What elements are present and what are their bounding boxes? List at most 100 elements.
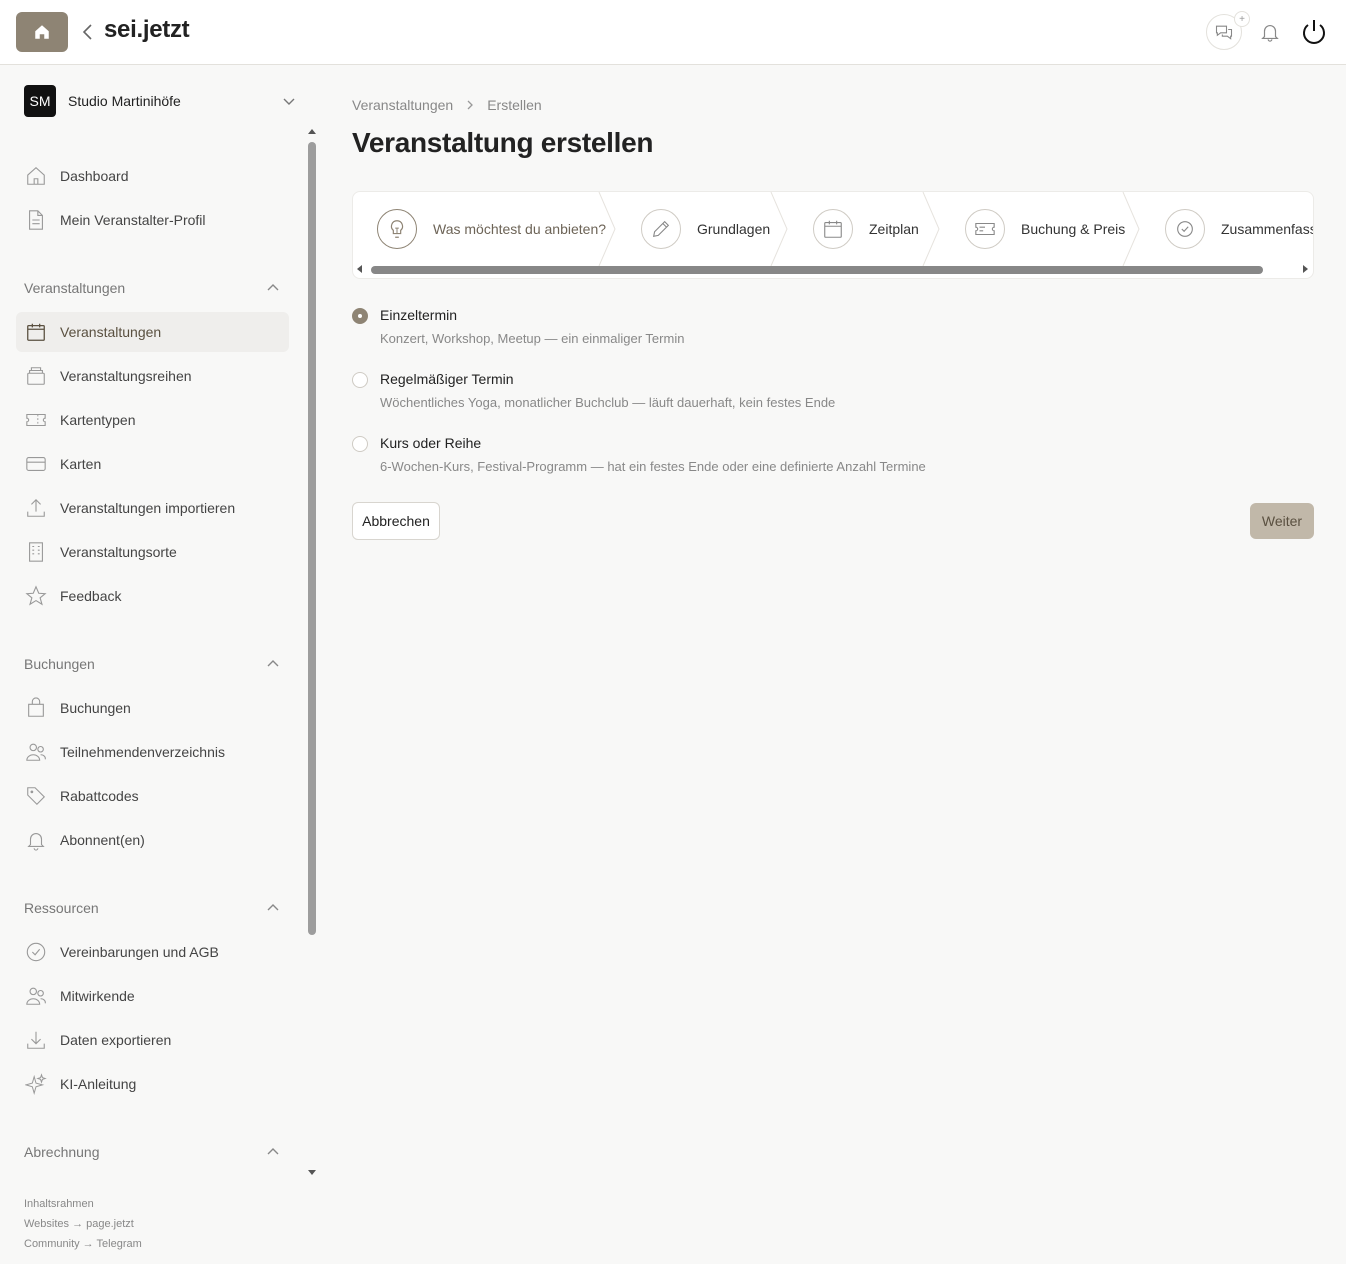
sidebar-item-ki-anleitung[interactable]: KI-Anleitung <box>16 1064 289 1104</box>
section-ressourcen[interactable]: Ressourcen <box>24 896 280 920</box>
check-circle-icon <box>24 940 48 964</box>
sidebar-item-label: Teilnehmendenverzeichnis <box>60 744 225 760</box>
calendar-icon <box>24 320 48 344</box>
section-title: Abrechnung <box>24 1144 100 1160</box>
users-icon <box>24 984 48 1008</box>
sidebar-item-feedback[interactable]: Feedback <box>16 576 289 616</box>
sidebar-item-profile[interactable]: Mein Veranstalter-Profil <box>16 200 289 240</box>
sidebar-item-karten[interactable]: Karten <box>16 444 289 484</box>
breadcrumb-current: Erstellen <box>487 97 542 113</box>
sidebar-item-agb[interactable]: Vereinbarungen und AGB <box>16 932 289 972</box>
top-bar: sei.jetzt + <box>0 0 1346 65</box>
sidebar-item-label: Mitwirkende <box>60 988 135 1004</box>
chevron-up-icon <box>267 904 279 911</box>
sidebar-item-label: KI-Anleitung <box>60 1076 137 1092</box>
next-button[interactable]: Weiter <box>1250 503 1314 539</box>
sidebar-item-buchungen[interactable]: Buchungen <box>16 688 289 728</box>
logout-button[interactable] <box>1296 14 1332 50</box>
stepper-scroll-thumb[interactable] <box>371 266 1263 274</box>
step-label: Was möchtest du anbieten? <box>433 221 607 237</box>
scroll-up-arrow-icon[interactable] <box>307 127 317 135</box>
sidebar-item-label: Veranstaltungsorte <box>60 544 177 560</box>
scroll-down-arrow-icon[interactable] <box>307 1169 317 1177</box>
sidebar-item-teilnehmende[interactable]: Teilnehmendenverzeichnis <box>16 732 289 772</box>
radio-kurs-reihe[interactable] <box>352 436 368 452</box>
bell-icon <box>1261 25 1279 42</box>
option-einzeltermin[interactable]: Einzeltermin Konzert, Workshop, Meetup —… <box>352 307 1314 363</box>
step-label: Buchung & Preis <box>1021 221 1126 237</box>
stepper-scroll-left-arrow[interactable] <box>357 265 362 273</box>
check-circle-icon <box>1165 209 1205 249</box>
sidebar-item-label: Mein Veranstalter-Profil <box>60 212 206 228</box>
radio-regelmaessig[interactable] <box>352 372 368 388</box>
radio-einzeltermin[interactable] <box>352 308 368 324</box>
home-button[interactable] <box>16 12 68 52</box>
ticket-icon <box>965 209 1005 249</box>
organization-switcher[interactable]: SM Studio Martinihöfe <box>24 84 296 118</box>
section-title: Ressourcen <box>24 900 99 916</box>
section-title: Buchungen <box>24 656 95 672</box>
section-buchungen[interactable]: Buchungen <box>24 652 280 676</box>
sidebar-item-veranstaltungsorte[interactable]: Veranstaltungsorte <box>16 532 289 572</box>
step-separator <box>598 192 616 266</box>
chevron-up-icon <box>267 284 279 291</box>
notifications-button[interactable] <box>1252 14 1288 50</box>
step-zusammenfassung[interactable]: Zusammenfassung <box>1165 208 1313 250</box>
page-title: Veranstaltung erstellen <box>352 127 654 158</box>
footer-link-websites[interactable]: Websites → page.jetzt <box>24 1218 134 1230</box>
sidebar-item-kartentypen[interactable]: Kartentypen <box>16 400 289 440</box>
step-label: Zeitplan <box>869 221 919 237</box>
option-regelmaessig[interactable]: Regelmäßiger Termin Wöchentliches Yoga, … <box>352 371 1314 427</box>
star-icon <box>24 584 48 608</box>
sidebar-item-rabattcodes[interactable]: Rabattcodes <box>16 776 289 816</box>
sidebar: SM Studio Martinihöfe Dashboard Mein Ver… <box>0 65 320 1264</box>
calendar-icon <box>813 209 853 249</box>
sidebar-scroll-thumb[interactable] <box>308 142 316 935</box>
section-title: Veranstaltungen <box>24 280 126 296</box>
chevron-down-icon <box>283 98 295 105</box>
section-abrechnung[interactable]: Abrechnung <box>24 1140 280 1164</box>
step-grundlagen[interactable]: Grundlagen <box>641 208 770 250</box>
step-label: Grundlagen <box>697 221 771 237</box>
bell-icon <box>24 828 48 852</box>
sidebar-item-mitwirkende[interactable]: Mitwirkende <box>16 976 289 1016</box>
sidebar-item-export[interactable]: Daten exportieren <box>16 1020 289 1060</box>
step-separator <box>922 192 940 266</box>
stepper-scroll-right-arrow[interactable] <box>1303 265 1308 273</box>
option-title: Einzeltermin <box>380 307 458 323</box>
brand-logo[interactable]: sei.jetzt <box>104 16 190 44</box>
step-buchung-preis[interactable]: Buchung & Preis <box>965 208 1125 250</box>
document-icon <box>24 208 48 232</box>
option-title: Kurs oder Reihe <box>380 435 482 451</box>
step-angebot[interactable]: Was möchtest du anbieten? <box>377 208 606 250</box>
step-zeitplan[interactable]: Zeitplan <box>813 208 919 250</box>
sidebar-item-import[interactable]: Veranstaltungen importieren <box>16 488 289 528</box>
chat-plus-badge[interactable]: + <box>1234 11 1250 27</box>
sidebar-item-abonnenten[interactable]: Abonnent(en) <box>16 820 289 860</box>
sidebar-item-label: Kartentypen <box>60 412 136 428</box>
pencil-icon <box>641 209 681 249</box>
chevron-right-icon <box>467 100 474 110</box>
chat-icon <box>1215 25 1233 40</box>
back-chevron-icon[interactable] <box>78 20 98 44</box>
option-kurs-reihe[interactable]: Kurs oder Reihe 6-Wochen-Kurs, Festival-… <box>352 435 1314 491</box>
wizard-stepper: Was möchtest du anbieten? Grundlagen Zei… <box>352 191 1314 279</box>
sidebar-item-label: Rabattcodes <box>60 788 139 804</box>
step-separator <box>770 192 788 266</box>
sparkle-icon <box>24 1072 48 1096</box>
chevron-up-icon <box>267 1148 279 1155</box>
power-icon <box>1303 20 1325 44</box>
sidebar-item-dashboard[interactable]: Dashboard <box>16 156 289 196</box>
sidebar-item-label: Daten exportieren <box>60 1032 172 1048</box>
sidebar-item-veranstaltungsreihen[interactable]: Veranstaltungsreihen <box>16 356 289 396</box>
section-veranstaltungen[interactable]: Veranstaltungen <box>24 276 280 300</box>
upload-icon <box>24 496 48 520</box>
cancel-button[interactable]: Abbrechen <box>352 502 440 540</box>
footer-link-community[interactable]: Community → Telegram <box>24 1238 142 1250</box>
footer-link-inhaltsrahmen[interactable]: Inhaltsrahmen <box>24 1198 94 1210</box>
sidebar-item-veranstaltungen[interactable]: Veranstaltungen <box>16 312 289 352</box>
lightbulb-icon <box>377 209 417 249</box>
ticket-icon <box>24 408 48 432</box>
breadcrumb-link-veranstaltungen[interactable]: Veranstaltungen <box>352 97 453 113</box>
option-title: Regelmäßiger Termin <box>380 371 514 387</box>
